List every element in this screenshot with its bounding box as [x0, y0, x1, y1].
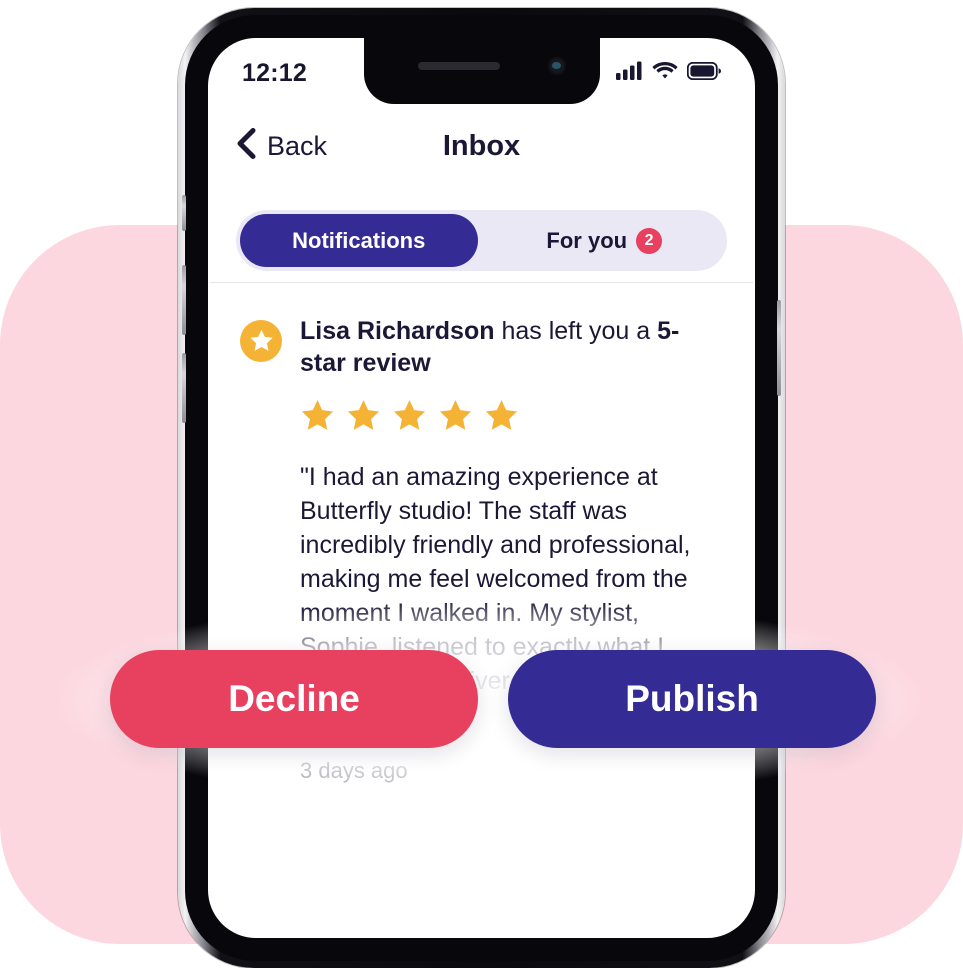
earpiece-speaker — [417, 62, 500, 70]
review-timestamp: 3 days ago — [300, 758, 408, 783]
notification-review-headline: Lisa Richardson has left you a 5-star re… — [300, 315, 700, 379]
star-icon — [346, 399, 381, 438]
tab-notifications-label: Notifications — [292, 227, 426, 253]
star-icon — [300, 399, 335, 438]
battery-icon — [686, 61, 721, 85]
back-button[interactable]: Back — [236, 128, 327, 164]
notification-list: Lisa Richardson has left you a 5-star re… — [208, 282, 755, 938]
volume-down-button[interactable] — [182, 353, 186, 423]
decline-button[interactable]: Decline — [110, 650, 478, 748]
status-time: 12:12 — [242, 58, 307, 87]
tab-bar: Notifications For you 2 — [236, 210, 727, 271]
chevron-left-icon — [236, 128, 256, 164]
nav-bar: Back Inbox — [208, 104, 755, 188]
star-icon — [438, 399, 473, 438]
tab-notifications[interactable]: Notifications — [240, 214, 478, 267]
publish-button-label: Publish — [625, 678, 759, 719]
decline-button-label: Decline — [228, 678, 360, 719]
phone-mockup: 12:12 Back Inbox Notifications For you 2… — [178, 8, 785, 968]
power-button[interactable] — [777, 300, 781, 396]
publish-button[interactable]: Publish — [508, 650, 876, 748]
star-rating — [300, 399, 723, 438]
signal-icon — [616, 61, 643, 85]
notification-review[interactable]: Lisa Richardson has left you a 5-star re… — [208, 283, 755, 938]
front-camera — [547, 57, 566, 75]
notification-review-header: Lisa Richardson has left you a 5-star re… — [240, 315, 723, 379]
review-author: Lisa Richardson — [300, 317, 495, 345]
star-badge-icon — [240, 320, 282, 362]
action-area-spacer — [240, 784, 723, 938]
wifi-icon — [652, 61, 678, 85]
review-headline-middle: has left you a — [494, 317, 658, 345]
tab-for-you[interactable]: For you 2 — [486, 214, 724, 267]
status-icons — [616, 61, 721, 85]
back-label: Back — [267, 130, 328, 161]
tab-for-you-label: For you — [546, 227, 628, 253]
volume-up-button[interactable] — [182, 265, 186, 335]
silent-switch[interactable] — [182, 195, 186, 231]
phone-screen: 12:12 Back Inbox Notifications For you 2… — [208, 38, 755, 938]
phone-notch — [363, 38, 600, 104]
star-icon — [392, 399, 427, 438]
star-icon — [484, 399, 519, 438]
tab-for-you-badge: 2 — [636, 227, 663, 254]
